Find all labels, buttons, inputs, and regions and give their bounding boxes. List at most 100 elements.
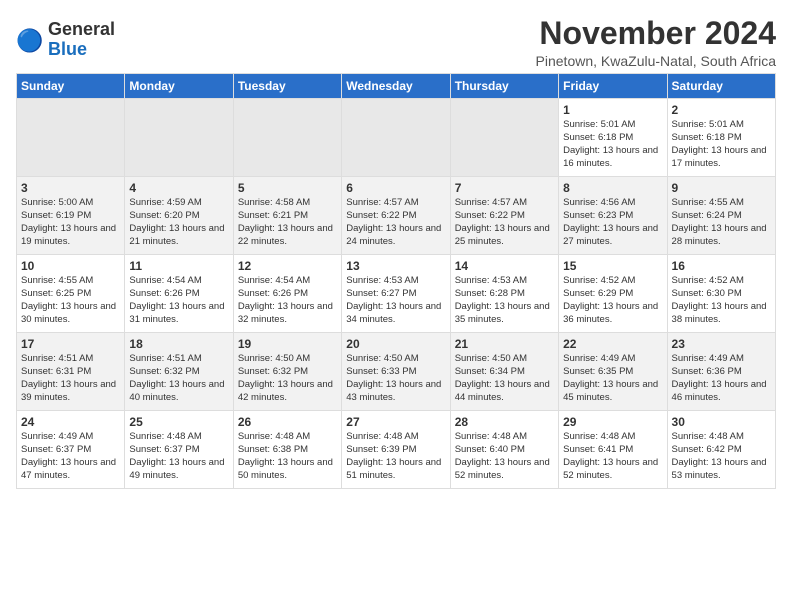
day-number: 26 xyxy=(238,415,337,429)
day-number: 28 xyxy=(455,415,554,429)
calendar-cell: 28Sunrise: 4:48 AM Sunset: 6:40 PM Dayli… xyxy=(450,411,558,489)
day-number: 20 xyxy=(346,337,445,351)
calendar-cell: 12 Sunrise: 4:54 AM Sunset: 6:26 PM Dayli… xyxy=(233,255,341,333)
calendar-table: SundayMondayTuesdayWednesdayThursdayFrid… xyxy=(16,73,776,489)
day-number: 8 xyxy=(563,181,662,195)
day-number: 18 xyxy=(129,337,228,351)
header-saturday: Saturday xyxy=(667,74,775,99)
day-number: 27 xyxy=(346,415,445,429)
day-number: 15 xyxy=(563,259,662,273)
calendar-cell: 26 Sunrise: 4:48 AM Sunset: 6:38 PM Dayli… xyxy=(233,411,341,489)
logo-icon: 🔵 xyxy=(16,26,44,54)
header-tuesday: Tuesday xyxy=(233,74,341,99)
calendar-cell xyxy=(450,99,558,177)
calendar-cell: 19 Sunrise: 4:50 AM Sunset: 6:32 PM Dayli… xyxy=(233,333,341,411)
cell-content: Sunrise: 4:48 AM Sunset: 6:37 PM Dayligh… xyxy=(129,431,228,482)
cell-content: Sunrise: 5:00 AM Sunset: 6:19 PM Dayligh… xyxy=(21,197,120,248)
calendar-cell: 13 Sunrise: 4:53 AM Sunset: 6:27 PM Dayli… xyxy=(342,255,450,333)
day-number: 14 xyxy=(455,259,554,273)
calendar-cell: 24 Sunrise: 4:49 AM Sunset: 6:37 PM Dayli… xyxy=(17,411,125,489)
calendar-cell: 6 Sunrise: 4:57 AM Sunset: 6:22 PM Daylig… xyxy=(342,177,450,255)
calendar-cell: 16Sunrise: 4:52 AM Sunset: 6:30 PM Dayli… xyxy=(667,255,775,333)
cell-content: Sunrise: 5:01 AM Sunset: 6:18 PM Dayligh… xyxy=(563,119,662,170)
cell-content: Sunrise: 4:54 AM Sunset: 6:26 PM Dayligh… xyxy=(129,275,228,326)
calendar-cell: 21Sunrise: 4:50 AM Sunset: 6:34 PM Dayli… xyxy=(450,333,558,411)
day-number: 3 xyxy=(21,181,120,195)
day-number: 23 xyxy=(672,337,771,351)
day-number: 5 xyxy=(238,181,337,195)
header-friday: Friday xyxy=(559,74,667,99)
cell-content: Sunrise: 4:50 AM Sunset: 6:32 PM Dayligh… xyxy=(238,353,337,404)
day-number: 25 xyxy=(129,415,228,429)
cell-content: Sunrise: 4:55 AM Sunset: 6:25 PM Dayligh… xyxy=(21,275,120,326)
day-number: 19 xyxy=(238,337,337,351)
day-number: 29 xyxy=(563,415,662,429)
header-sunday: Sunday xyxy=(17,74,125,99)
day-number: 9 xyxy=(672,181,771,195)
day-number: 17 xyxy=(21,337,120,351)
calendar-cell xyxy=(233,99,341,177)
cell-content: Sunrise: 4:53 AM Sunset: 6:27 PM Dayligh… xyxy=(346,275,445,326)
svg-text:🔵: 🔵 xyxy=(16,28,43,53)
header: 🔵 General Blue November 2024 Pinetown, K… xyxy=(16,16,776,69)
calendar-cell: 5 Sunrise: 4:58 AM Sunset: 6:21 PM Daylig… xyxy=(233,177,341,255)
calendar-cell xyxy=(125,99,233,177)
calendar-cell: 1 Sunrise: 5:01 AM Sunset: 6:18 PM Daylig… xyxy=(559,99,667,177)
day-number: 24 xyxy=(21,415,120,429)
cell-content: Sunrise: 4:57 AM Sunset: 6:22 PM Dayligh… xyxy=(346,197,445,248)
cell-content: Sunrise: 4:50 AM Sunset: 6:33 PM Dayligh… xyxy=(346,353,445,404)
cell-content: Sunrise: 4:51 AM Sunset: 6:31 PM Dayligh… xyxy=(21,353,120,404)
day-number: 21 xyxy=(455,337,554,351)
cell-content: Sunrise: 4:48 AM Sunset: 6:39 PM Dayligh… xyxy=(346,431,445,482)
calendar-cell: 25 Sunrise: 4:48 AM Sunset: 6:37 PM Dayli… xyxy=(125,411,233,489)
day-number: 2 xyxy=(672,103,771,117)
cell-content: Sunrise: 4:55 AM Sunset: 6:24 PM Dayligh… xyxy=(672,197,771,248)
cell-content: Sunrise: 4:52 AM Sunset: 6:29 PM Dayligh… xyxy=(563,275,662,326)
calendar-cell: 15 Sunrise: 4:52 AM Sunset: 6:29 PM Dayli… xyxy=(559,255,667,333)
cell-content: Sunrise: 4:59 AM Sunset: 6:20 PM Dayligh… xyxy=(129,197,228,248)
calendar-cell xyxy=(342,99,450,177)
cell-content: Sunrise: 5:01 AM Sunset: 6:18 PM Dayligh… xyxy=(672,119,771,170)
calendar-cell: 23 Sunrise: 4:49 AM Sunset: 6:36 PM Dayli… xyxy=(667,333,775,411)
day-number: 11 xyxy=(129,259,228,273)
day-number: 16 xyxy=(672,259,771,273)
title-block: November 2024 Pinetown, KwaZulu-Natal, S… xyxy=(536,16,776,69)
week-row-0: 1 Sunrise: 5:01 AM Sunset: 6:18 PM Daylig… xyxy=(17,99,776,177)
day-number: 6 xyxy=(346,181,445,195)
calendar-cell: 18Sunrise: 4:51 AM Sunset: 6:32 PM Dayli… xyxy=(125,333,233,411)
cell-content: Sunrise: 4:48 AM Sunset: 6:38 PM Dayligh… xyxy=(238,431,337,482)
header-thursday: Thursday xyxy=(450,74,558,99)
cell-content: Sunrise: 4:53 AM Sunset: 6:28 PM Dayligh… xyxy=(455,275,554,326)
week-row-2: 10 Sunrise: 4:55 AM Sunset: 6:25 PM Dayli… xyxy=(17,255,776,333)
calendar-cell: 11 Sunrise: 4:54 AM Sunset: 6:26 PM Dayli… xyxy=(125,255,233,333)
cell-content: Sunrise: 4:54 AM Sunset: 6:26 PM Dayligh… xyxy=(238,275,337,326)
header-row: SundayMondayTuesdayWednesdayThursdayFrid… xyxy=(17,74,776,99)
day-number: 22 xyxy=(563,337,662,351)
day-number: 10 xyxy=(21,259,120,273)
logo: 🔵 General Blue xyxy=(16,20,115,60)
day-number: 1 xyxy=(563,103,662,117)
cell-content: Sunrise: 4:57 AM Sunset: 6:22 PM Dayligh… xyxy=(455,197,554,248)
page: 🔵 General Blue November 2024 Pinetown, K… xyxy=(0,0,792,499)
day-number: 13 xyxy=(346,259,445,273)
calendar-cell: 10 Sunrise: 4:55 AM Sunset: 6:25 PM Dayli… xyxy=(17,255,125,333)
cell-content: Sunrise: 4:56 AM Sunset: 6:23 PM Dayligh… xyxy=(563,197,662,248)
week-row-3: 17 Sunrise: 4:51 AM Sunset: 6:31 PM Dayli… xyxy=(17,333,776,411)
calendar-cell: 17 Sunrise: 4:51 AM Sunset: 6:31 PM Dayli… xyxy=(17,333,125,411)
calendar-cell: 9 Sunrise: 4:55 AM Sunset: 6:24 PM Daylig… xyxy=(667,177,775,255)
day-number: 12 xyxy=(238,259,337,273)
header-wednesday: Wednesday xyxy=(342,74,450,99)
cell-content: Sunrise: 4:58 AM Sunset: 6:21 PM Dayligh… xyxy=(238,197,337,248)
cell-content: Sunrise: 4:49 AM Sunset: 6:36 PM Dayligh… xyxy=(672,353,771,404)
week-row-1: 3 Sunrise: 5:00 AM Sunset: 6:19 PM Daylig… xyxy=(17,177,776,255)
day-number: 30 xyxy=(672,415,771,429)
cell-content: Sunrise: 4:49 AM Sunset: 6:37 PM Dayligh… xyxy=(21,431,120,482)
calendar-cell: 14 Sunrise: 4:53 AM Sunset: 6:28 PM Dayli… xyxy=(450,255,558,333)
calendar-cell: 22Sunrise: 4:49 AM Sunset: 6:35 PM Dayli… xyxy=(559,333,667,411)
calendar-cell: 27 Sunrise: 4:48 AM Sunset: 6:39 PM Dayli… xyxy=(342,411,450,489)
cell-content: Sunrise: 4:48 AM Sunset: 6:41 PM Dayligh… xyxy=(563,431,662,482)
header-monday: Monday xyxy=(125,74,233,99)
calendar-cell: 29 Sunrise: 4:48 AM Sunset: 6:41 PM Dayli… xyxy=(559,411,667,489)
calendar-cell: 3 Sunrise: 5:00 AM Sunset: 6:19 PM Daylig… xyxy=(17,177,125,255)
cell-content: Sunrise: 4:48 AM Sunset: 6:42 PM Dayligh… xyxy=(672,431,771,482)
